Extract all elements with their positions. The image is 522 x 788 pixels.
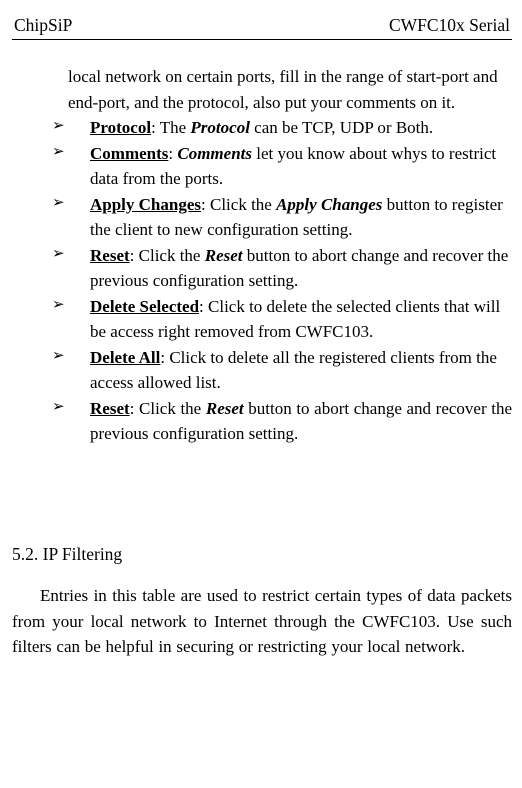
bullet-comments: Comments: Comments let you know about wh… — [68, 141, 512, 192]
page-header: ChipSiP CWFC10x Serial — [12, 12, 512, 39]
header-rule — [12, 39, 512, 40]
header-left: ChipSiP — [14, 12, 72, 38]
section-body: Entries in this table are used to restri… — [12, 583, 512, 660]
text: : Click the — [201, 195, 276, 214]
bullet-apply-changes: Apply Changes: Click the Apply Changes b… — [68, 192, 512, 243]
bullet-list: Protocol: The Protocol can be TCP, UDP o… — [68, 115, 512, 447]
text: : The — [151, 118, 190, 137]
emph: Reset — [206, 399, 244, 418]
text: : Click the — [130, 246, 205, 265]
section-heading: 5.2. IP Filtering — [12, 541, 512, 567]
bullet-reset-1: Reset: Click the Reset button to abort c… — [68, 243, 512, 294]
label: Comments — [90, 144, 168, 163]
label: Reset — [90, 246, 130, 265]
label: Delete All — [90, 348, 160, 367]
label: Apply Changes — [90, 195, 201, 214]
label: Delete Selected — [90, 297, 199, 316]
bullet-reset-2: Reset: Click the Reset button to abort c… — [68, 396, 512, 447]
page: ChipSiP CWFC10x Serial local network on … — [0, 0, 522, 670]
intro-text: local network on certain ports, fill in … — [68, 64, 512, 115]
label: Protocol — [90, 118, 151, 137]
text: : Click the — [130, 399, 206, 418]
bullet-protocol: Protocol: The Protocol can be TCP, UDP o… — [68, 115, 512, 141]
bullet-delete-selected: Delete Selected: Click to delete the sel… — [68, 294, 512, 345]
label: Reset — [90, 399, 130, 418]
content-block: local network on certain ports, fill in … — [12, 64, 512, 447]
emph: Comments — [177, 144, 252, 163]
emph: Apply Changes — [276, 195, 382, 214]
emph: Protocol — [190, 118, 250, 137]
bullet-delete-all: Delete All: Click to delete all the regi… — [68, 345, 512, 396]
tail: can be TCP, UDP or Both. — [250, 118, 433, 137]
emph: Reset — [205, 246, 243, 265]
header-right: CWFC10x Serial — [389, 12, 510, 38]
